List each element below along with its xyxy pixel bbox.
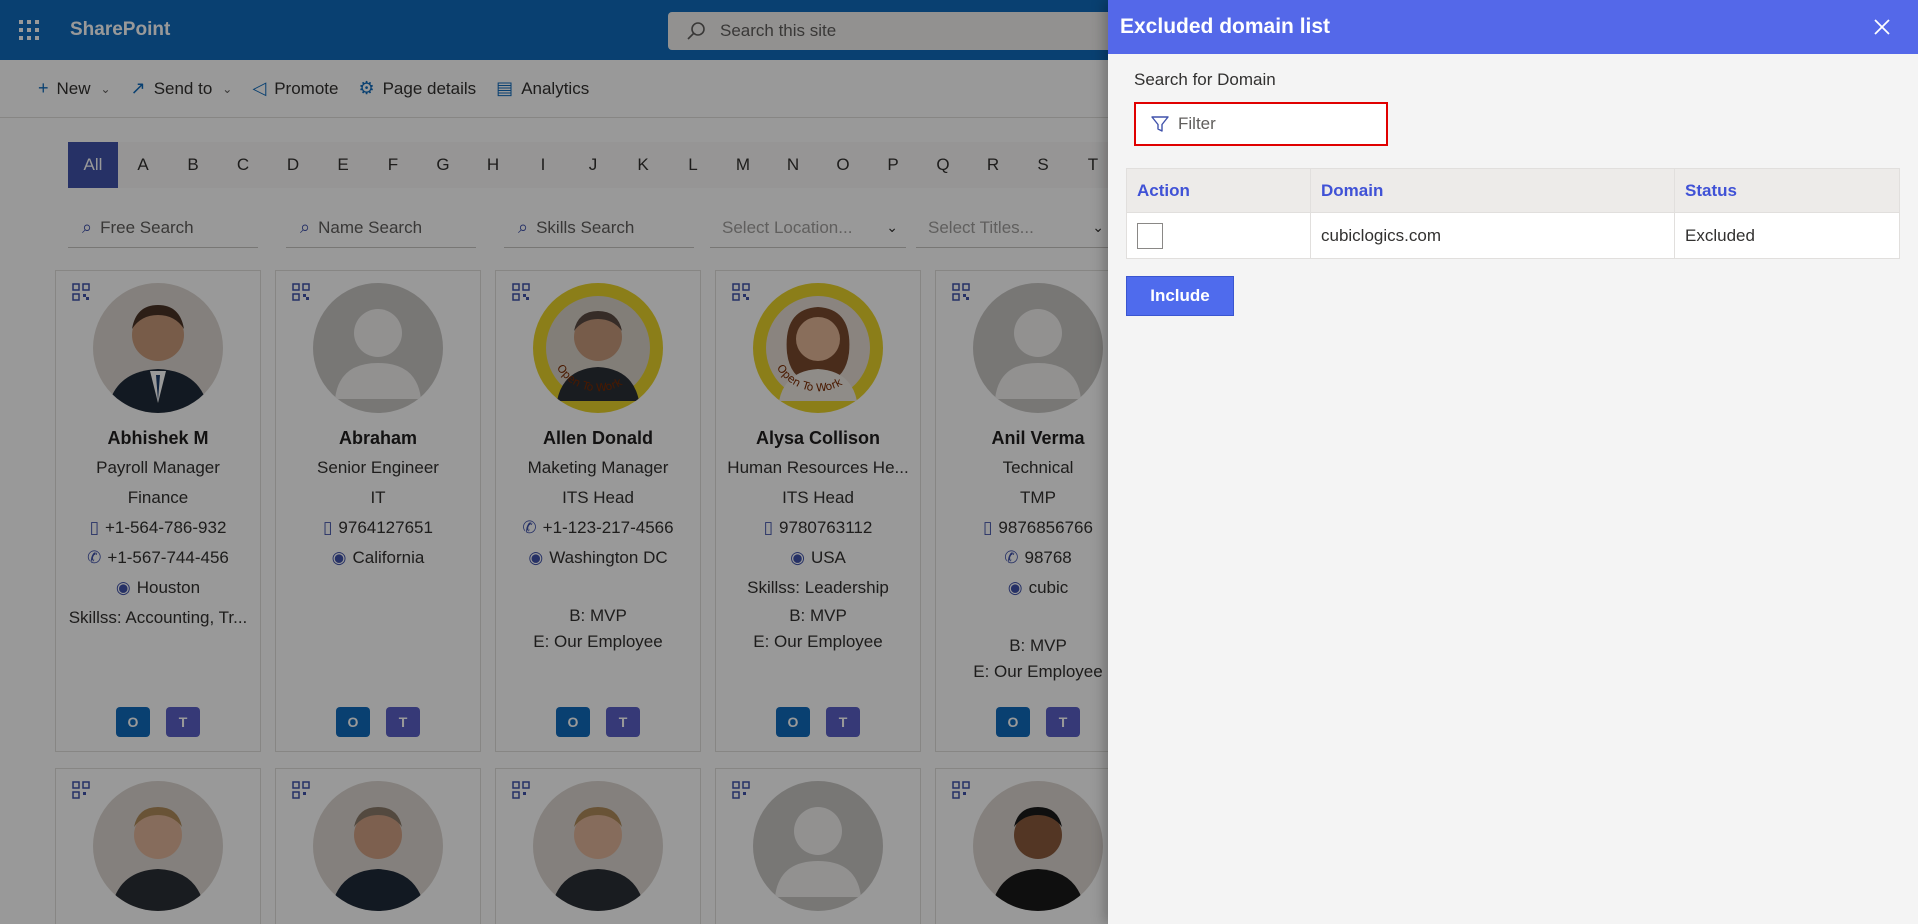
- table-row: cubiclogics.com Excluded: [1126, 212, 1900, 259]
- close-icon[interactable]: [1870, 15, 1894, 39]
- panel-title: Excluded domain list: [1120, 15, 1331, 38]
- domain-filter-input[interactable]: [1178, 114, 1378, 134]
- domain-table: Action Domain Status cubiclogics.com Exc…: [1126, 168, 1900, 259]
- column-header-status[interactable]: Status: [1674, 168, 1900, 213]
- column-header-action[interactable]: Action: [1126, 168, 1311, 213]
- row-select-checkbox[interactable]: [1137, 222, 1163, 249]
- action-cell: [1126, 212, 1311, 259]
- panel-header: Excluded domain list: [1108, 0, 1918, 54]
- table-header-row: Action Domain Status: [1126, 168, 1900, 213]
- domain-cell: cubiclogics.com: [1310, 212, 1675, 259]
- search-for-domain-label: Search for Domain: [1134, 70, 1276, 89]
- filter-icon: [1151, 116, 1169, 132]
- status-cell: Excluded: [1674, 212, 1900, 259]
- domain-filter-field[interactable]: [1134, 102, 1388, 146]
- include-button[interactable]: Include: [1126, 276, 1234, 316]
- modal-overlay[interactable]: [0, 0, 1108, 924]
- column-header-domain[interactable]: Domain: [1310, 168, 1675, 213]
- excluded-domain-panel: Excluded domain list Search for Domain A…: [1108, 0, 1918, 924]
